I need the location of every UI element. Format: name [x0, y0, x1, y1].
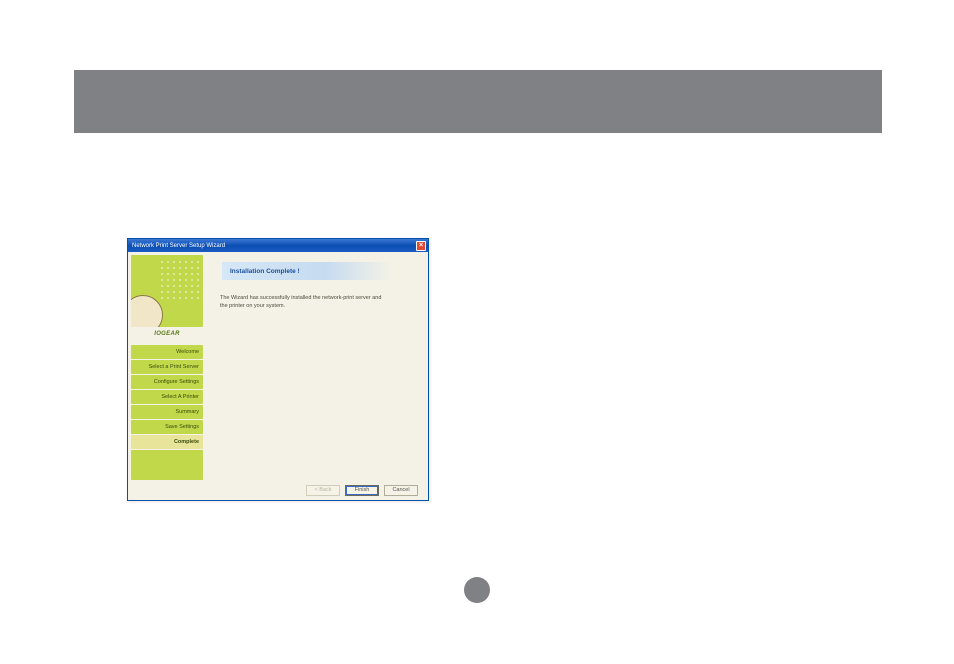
heading-text: Installation Complete !	[230, 268, 300, 275]
body-line-1: The Wizard has successfully installed th…	[220, 295, 381, 301]
nav-item-complete: Complete	[131, 435, 203, 449]
button-bar: < Back Finish Cancel	[128, 480, 428, 500]
nav-item-welcome: Welcome	[131, 345, 203, 359]
sidebar-illustration	[131, 255, 203, 327]
header-banner	[74, 70, 882, 133]
cancel-button[interactable]: Cancel	[384, 485, 418, 496]
body-text: The Wizard has successfully installed th…	[220, 294, 400, 311]
page-number-circle	[464, 577, 490, 603]
sidebar-nav: Welcome Select a Print Server Configure …	[131, 345, 203, 449]
window-title: Network Print Server Setup Wizard	[132, 243, 225, 249]
body-line-2: the printer on your system.	[220, 303, 285, 309]
wizard-body: IOGEAR Welcome Select a Print Server Con…	[128, 252, 428, 480]
close-button[interactable]: ×	[416, 241, 426, 251]
main-panel: Installation Complete ! The Wizard has s…	[206, 252, 428, 480]
nav-item-select-print-server: Select a Print Server	[131, 360, 203, 374]
nav-item-configure-settings: Configure Settings	[131, 375, 203, 389]
nav-item-summary: Summary	[131, 405, 203, 419]
decorative-dots	[159, 259, 199, 299]
back-button: < Back	[306, 485, 340, 496]
nav-item-select-printer: Select A Printer	[131, 390, 203, 404]
finish-button[interactable]: Finish	[345, 485, 379, 496]
heading-bar: Installation Complete !	[222, 262, 392, 280]
sidebar: IOGEAR Welcome Select a Print Server Con…	[128, 252, 206, 480]
sidebar-bottom-fill	[131, 450, 203, 480]
wizard-window: Network Print Server Setup Wizard × IOGE…	[127, 238, 429, 501]
close-icon: ×	[419, 242, 423, 249]
titlebar: Network Print Server Setup Wizard ×	[128, 239, 428, 252]
nav-item-save-settings: Save Settings	[131, 420, 203, 434]
brand-logo: IOGEAR	[131, 331, 203, 341]
